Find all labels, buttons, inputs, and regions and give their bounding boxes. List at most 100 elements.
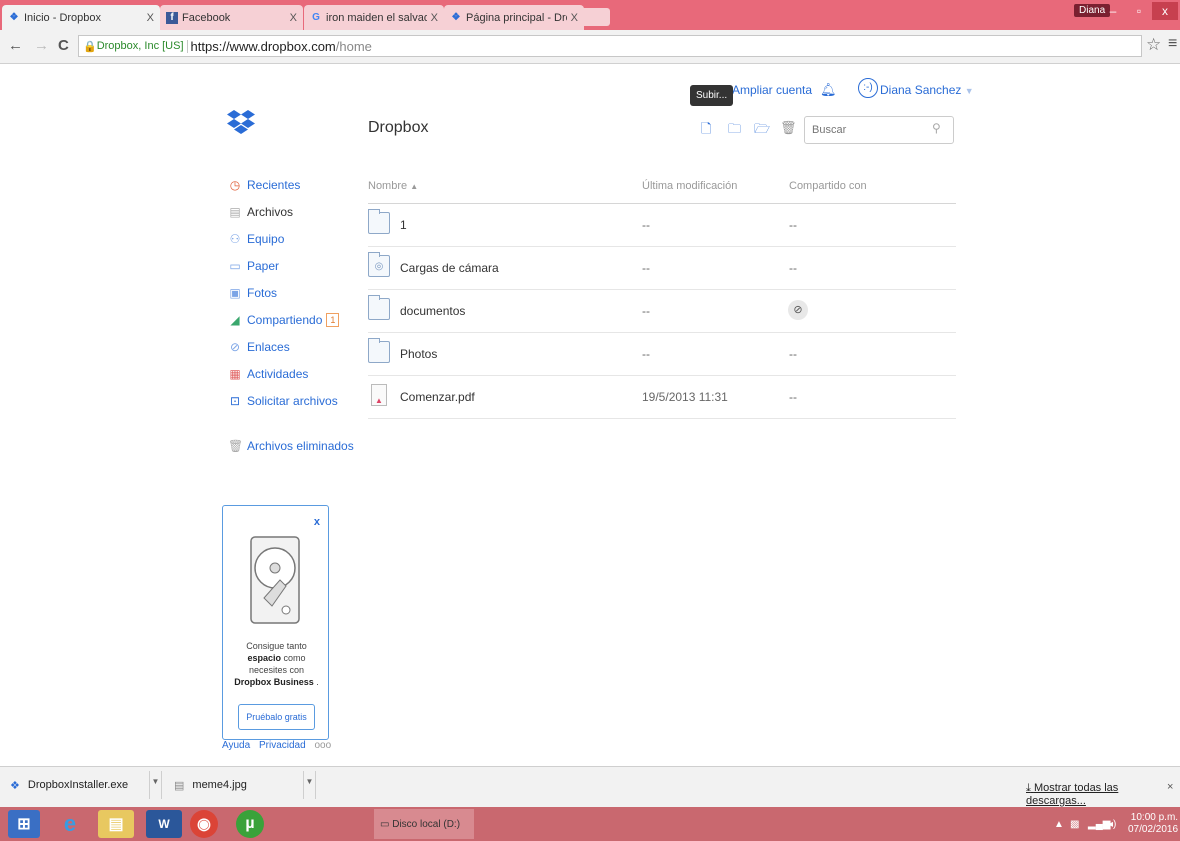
shared-link-icon[interactable]: ⊘: [788, 300, 808, 320]
file-name[interactable]: Comenzar.pdf: [400, 390, 475, 404]
sidebar-item-fotos[interactable]: ▣ Fotos: [228, 284, 277, 302]
file-name[interactable]: 1: [400, 218, 407, 232]
column-header-name[interactable]: Nombre ▲: [368, 180, 418, 192]
file-name[interactable]: documentos: [400, 304, 465, 318]
sidebar-item-equipo[interactable]: ⚇ Equipo: [228, 230, 285, 248]
help-link[interactable]: Ayuda: [222, 740, 250, 751]
table-row[interactable]: ▲ Comenzar.pdf 19/5/2013 11:31 --: [368, 376, 956, 419]
tab-close-icon[interactable]: X: [431, 12, 438, 24]
back-icon[interactable]: ←: [8, 37, 23, 54]
sidebar-item-label: Equipo: [247, 232, 285, 246]
user-avatar-icon[interactable]: :-): [858, 78, 878, 98]
sidebar-item-archivos[interactable]: ▤ Archivos: [228, 203, 293, 221]
tab-close-icon[interactable]: X: [147, 12, 154, 24]
new-folder-icon[interactable]: 🗁: [754, 120, 770, 142]
bookmark-star-icon[interactable]: ☆: [1146, 35, 1161, 55]
column-header-modified[interactable]: Última modificación: [642, 180, 737, 192]
sidebar-item-label: Actividades: [247, 367, 309, 381]
team-icon: ⚇: [229, 232, 241, 246]
user-menu[interactable]: Diana Sanchez ▼: [880, 83, 974, 97]
new-tab-button[interactable]: [580, 8, 610, 26]
folder-icon: [368, 295, 390, 320]
clock-icon: ◷: [229, 178, 241, 192]
forward-icon[interactable]: →: [34, 37, 49, 54]
upload-file-icon[interactable]: 🗋: [701, 120, 711, 142]
tab-pagina-principal[interactable]: ❖ Página principal - Dropbo X: [444, 5, 584, 30]
file-shared: --: [789, 261, 797, 275]
tab-close-icon[interactable]: X: [290, 12, 297, 24]
file-explorer-icon[interactable]: ▤: [98, 810, 134, 838]
trash-icon[interactable]: 🗑: [780, 120, 797, 136]
sort-asc-icon: ▲: [410, 182, 419, 191]
tab-iron-maiden[interactable]: G iron maiden el salvador - | X: [304, 5, 444, 30]
dropbox-icon: ❖: [10, 779, 20, 792]
promo-message: Consigue tanto espacio como necesites co…: [234, 641, 319, 687]
system-clock[interactable]: 10:00 p.m. 07/02/2016: [1128, 812, 1178, 836]
hard-drive-icon: [250, 536, 300, 624]
upgrade-account-link[interactable]: Ampliar cuenta: [732, 83, 812, 97]
chrome-icon[interactable]: ◉: [190, 810, 218, 838]
internet-explorer-icon[interactable]: e: [52, 810, 88, 838]
address-bar[interactable]: 🔒 Dropbox, Inc [US] https://www.dropbox.…: [78, 35, 1142, 57]
sidebar-item-recientes[interactable]: ◷ Recientes: [228, 176, 301, 194]
download-menu-icon[interactable]: ▼: [303, 771, 315, 799]
browser-menu-icon[interactable]: ≡: [1168, 35, 1177, 53]
volume-icon[interactable]: ◂): [1108, 819, 1116, 830]
downloads-bar: ❖ DropboxInstaller.exe ▼ ▤ meme4.jpg ▼ ⤓…: [0, 766, 1180, 807]
sidebar-item-solicitar-archivos[interactable]: ⊡ Solicitar archivos: [228, 392, 338, 410]
download-menu-icon[interactable]: ▼: [149, 771, 161, 799]
reload-icon[interactable]: C: [58, 37, 69, 54]
start-button-icon[interactable]: ⊞: [8, 810, 40, 838]
show-all-downloads-link[interactable]: ⤓ Mostrar todas las descargas...: [1026, 782, 1180, 807]
secure-site-indicator[interactable]: 🔒 Dropbox, Inc [US]: [83, 39, 188, 53]
table-row[interactable]: documentos -- ⊘: [368, 290, 956, 333]
sidebar-item-archivos-eliminados[interactable]: 🗑 Archivos eliminados: [228, 437, 354, 455]
table-header: Nombre ▲ Última modificación Compartido …: [368, 174, 956, 204]
restore-icon[interactable]: ▫: [1126, 2, 1152, 20]
sidebar-item-enlaces[interactable]: ⊘ Enlaces: [228, 338, 290, 356]
sidebar-item-label: Compartiendo: [247, 313, 323, 327]
new-shared-folder-icon[interactable]: 🗀: [728, 120, 741, 142]
table-row[interactable]: Photos -- --: [368, 333, 956, 376]
dropbox-logo-icon[interactable]: [226, 110, 256, 136]
more-menu-icon[interactable]: ooo: [314, 740, 331, 751]
sidebar-item-actividades[interactable]: ▦ Actividades: [228, 365, 308, 383]
minimize-icon[interactable]: –: [1100, 2, 1126, 20]
promo-close-icon[interactable]: x: [314, 516, 320, 528]
upload-tooltip: Subir...: [690, 85, 734, 106]
column-header-shared[interactable]: Compartido con: [789, 180, 867, 192]
sidebar-item-paper[interactable]: ▭ Paper: [228, 257, 279, 275]
business-promo-card: x Consigue tanto espacio como necesites …: [222, 505, 329, 740]
sidebar-item-label: Fotos: [247, 286, 278, 300]
tab-inicio-dropbox[interactable]: ❖ Inicio - Dropbox X: [2, 5, 160, 30]
table-row[interactable]: ◎ Cargas de cámara -- --: [368, 247, 956, 290]
privacy-link[interactable]: Privacidad: [259, 740, 306, 751]
page-title: Dropbox: [368, 119, 429, 136]
download-filename: meme4.jpg: [192, 779, 247, 791]
download-item[interactable]: ▤ meme4.jpg ▼: [164, 771, 316, 799]
tab-facebook[interactable]: f Facebook X: [160, 5, 303, 30]
download-item[interactable]: ❖ DropboxInstaller.exe ▼: [0, 771, 162, 799]
file-name[interactable]: Photos: [400, 347, 437, 361]
site-identity: Dropbox, Inc [US]: [96, 40, 184, 52]
tab-close-icon[interactable]: X: [571, 12, 578, 24]
notifications-bell-icon[interactable]: 🔔︎: [820, 82, 837, 98]
request-icon: ⊡: [229, 394, 241, 408]
sidebar-item-compartiendo[interactable]: ◢ Compartiendo 1: [228, 311, 340, 329]
tray-expand-icon[interactable]: ▲: [1054, 819, 1064, 830]
dropbox-icon: ❖: [9, 12, 19, 23]
paper-icon: ▭: [229, 259, 241, 273]
downloads-close-icon[interactable]: ×: [1167, 781, 1173, 793]
utorrent-icon[interactable]: µ: [236, 810, 264, 838]
sidebar-item-label: Recientes: [247, 178, 301, 192]
try-free-button[interactable]: Pruébalo gratis: [238, 704, 315, 730]
network-warning-icon[interactable]: ▩: [1070, 819, 1079, 830]
tab-label: Facebook: [182, 11, 231, 24]
table-row[interactable]: 1 -- --: [368, 204, 956, 247]
file-name[interactable]: Cargas de cámara: [400, 261, 499, 275]
word-icon[interactable]: W: [146, 810, 182, 838]
window-close-icon[interactable]: x: [1152, 2, 1178, 20]
file-shared: --: [789, 390, 797, 404]
file-modified: --: [642, 261, 650, 275]
taskbar-jump-item[interactable]: ▭ Disco local (D:): [374, 809, 474, 839]
